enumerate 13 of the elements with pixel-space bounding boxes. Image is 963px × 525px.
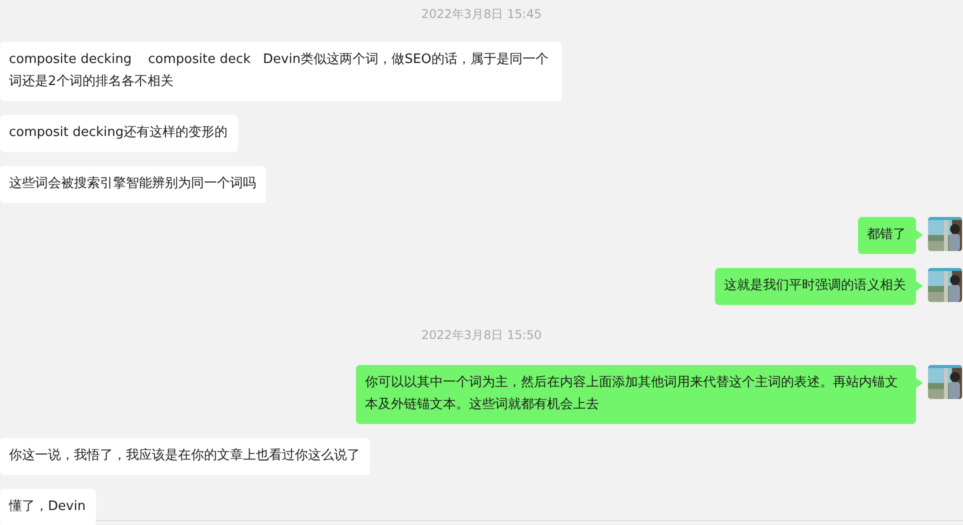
message-bubble: 这些词会被搜索引擎智能辨别为同一个词吗 [0,166,266,203]
timestamp: 2022年3月8日 15:45 [421,6,542,23]
message-bubble: 懂了，Devin [0,489,96,525]
message-bubble: 这就是我们平时强调的语义相关 [715,268,916,305]
timestamp: 2022年3月8日 15:50 [421,327,542,344]
bubble-tail [916,230,923,240]
message-bubble: 都错了 [858,217,916,254]
message-bubble: composite decking composite deck Devin类似这两个词，做SEO的话，属于是同一个词还是2个词的排名各不相关 [0,42,562,101]
message-bubble: 你可以以其中一个词为主，然后在内容上面添加其他词用来代替这个主词的表述。再站内锚文本及外链锚文本。这些词就都有机会上去 [356,365,916,424]
message-bubble: 你这一说，我悟了，我应该是在你的文章上也看过你这么说了 [0,438,370,475]
message-bubble: composit decking还有这样的变形的 [0,115,238,152]
bubble-tail [916,378,923,388]
bubble-tail [916,281,923,291]
